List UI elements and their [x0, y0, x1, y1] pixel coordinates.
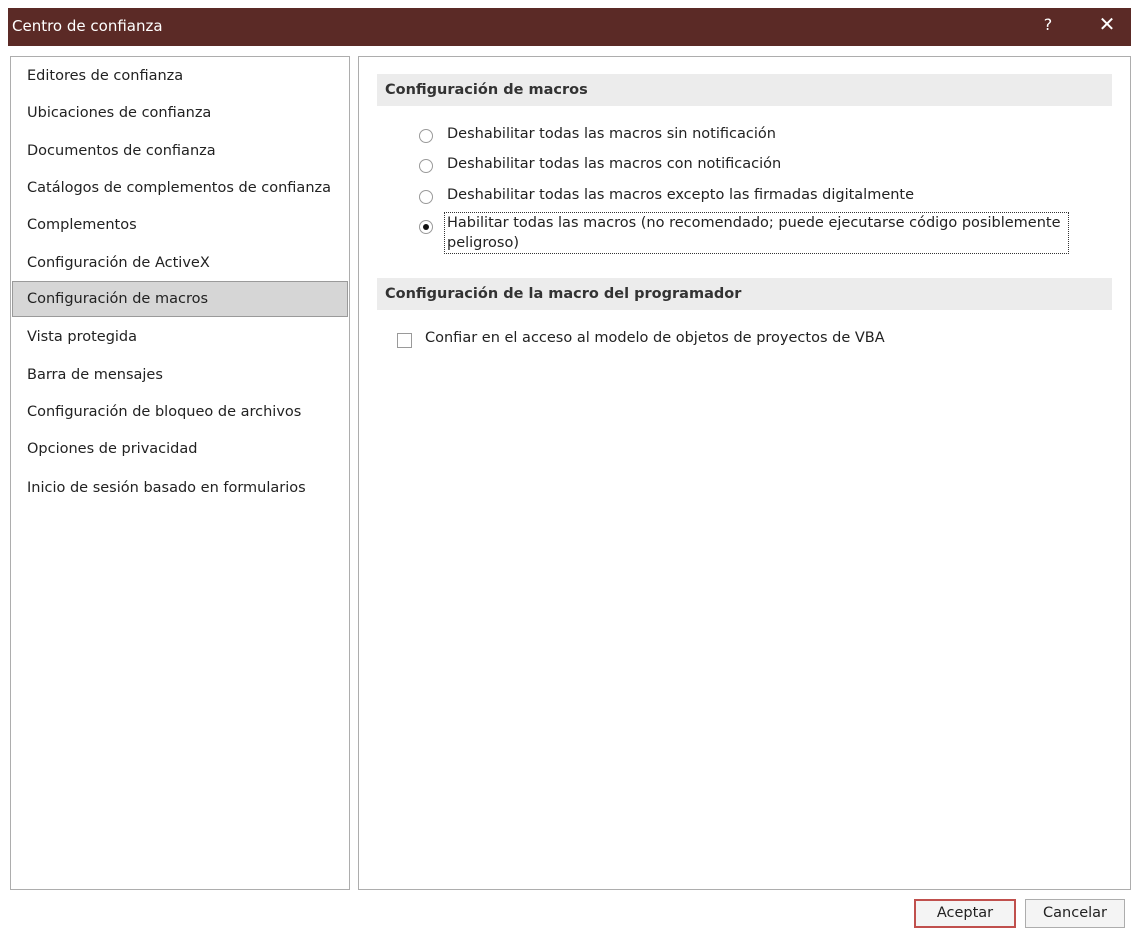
developer-settings-header: Configuración de la macro del programado…: [377, 278, 1112, 310]
sidebar-item-protected-view[interactable]: Vista protegida: [12, 319, 348, 355]
help-icon[interactable]: ?: [1038, 15, 1058, 34]
radio-button-selected[interactable]: [419, 220, 433, 234]
radio-label: Deshabilitar todas las macros excepto la…: [447, 187, 915, 203]
radio-button[interactable]: [419, 159, 433, 173]
macro-settings-header: Configuración de macros: [377, 74, 1112, 106]
sidebar-item-trusted-documents[interactable]: Documentos de confianza: [12, 133, 348, 169]
sidebar-item-privacy-options[interactable]: Opciones de privacidad: [12, 431, 348, 467]
vba-trust-checkbox[interactable]: [397, 333, 412, 348]
sidebar-item-add-ins[interactable]: Complementos: [12, 207, 348, 243]
sidebar-item-file-block-settings[interactable]: Configuración de bloqueo de archivos: [12, 394, 348, 430]
radio-label: Habilitar todas las macros (no recomenda…: [444, 212, 1069, 254]
sidebar-item-macro-settings[interactable]: Configuración de macros: [12, 281, 348, 317]
vba-trust-label: Confiar en el acceso al modelo de objeto…: [425, 330, 885, 346]
radio-button[interactable]: [419, 190, 433, 204]
radio-button[interactable]: [419, 129, 433, 143]
sidebar-item-message-bar[interactable]: Barra de mensajes: [12, 357, 348, 393]
radio-label: Deshabilitar todas las macros sin notifi…: [447, 126, 776, 142]
sidebar-item-trusted-add-in-catalogs[interactable]: Catálogos de complementos de confianza: [12, 170, 348, 206]
sidebar-item-activex-settings[interactable]: Configuración de ActiveX: [12, 245, 348, 281]
settings-panel: Configuración de macros Deshabilitar tod…: [358, 56, 1131, 890]
ok-button[interactable]: Aceptar: [914, 899, 1016, 928]
sidebar: Editores de confianza Ubicaciones de con…: [10, 56, 350, 890]
sidebar-item-trusted-locations[interactable]: Ubicaciones de confianza: [12, 95, 348, 131]
window-title: Centro de confianza: [12, 17, 163, 35]
sidebar-item-trusted-publishers[interactable]: Editores de confianza: [12, 58, 348, 94]
radio-label: Deshabilitar todas las macros con notifi…: [447, 156, 782, 172]
cancel-button[interactable]: Cancelar: [1025, 899, 1125, 928]
sidebar-item-form-based-sign-in[interactable]: Inicio de sesión basado en formularios: [12, 470, 348, 506]
title-bar: Centro de confianza ? ✕: [8, 8, 1131, 46]
close-icon[interactable]: ✕: [1094, 12, 1120, 36]
